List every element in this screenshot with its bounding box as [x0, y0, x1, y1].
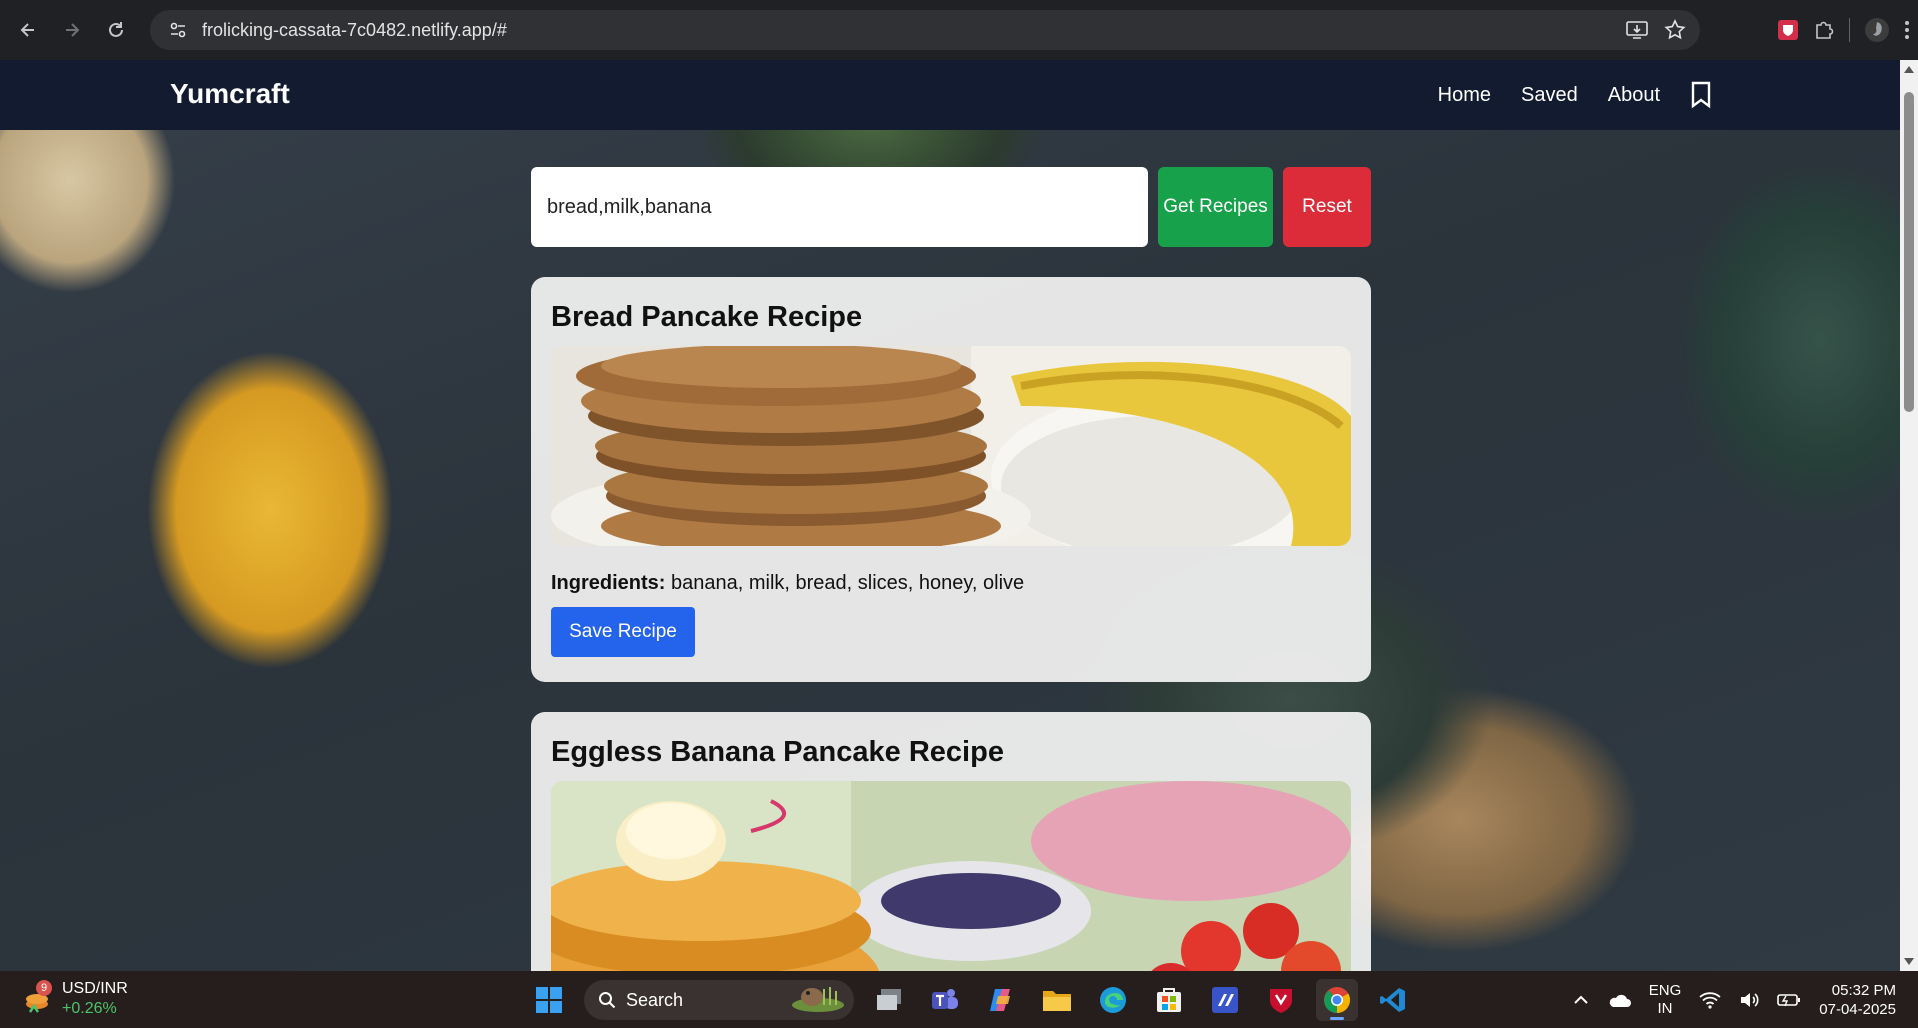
reset-button[interactable]: Reset: [1283, 167, 1371, 247]
chrome-icon[interactable]: [1316, 979, 1358, 1021]
recipe-title: Eggless Banana Pancake Recipe: [551, 736, 1004, 768]
bookmark-icon[interactable]: [1690, 81, 1712, 109]
ingredients-input[interactable]: [531, 167, 1148, 247]
extensions-puzzle-icon[interactable]: [1813, 19, 1835, 41]
clock-date: 07-04-2025: [1819, 1001, 1896, 1018]
ingredients-label: Ingredients:: [551, 572, 666, 594]
bookmark-star-icon[interactable]: [1664, 19, 1686, 41]
onedrive-cloud-icon[interactable]: [1607, 992, 1631, 1008]
toolbar-divider: [1849, 18, 1850, 42]
antivirus-shield-icon[interactable]: [1260, 979, 1302, 1021]
file-explorer-icon[interactable]: [1036, 979, 1078, 1021]
task-view-icon[interactable]: [868, 979, 910, 1021]
language-code: ENG: [1648, 982, 1682, 999]
vscode-insiders-icon[interactable]: [1204, 979, 1246, 1021]
widget-change: +0.26%: [62, 1000, 117, 1017]
edge-icon[interactable]: [1092, 979, 1134, 1021]
url-text[interactable]: frolicking-cassata-7c0482.netlify.app/#: [202, 20, 507, 41]
recipe-ingredients: Ingredients: banana, milk, bread, slices…: [551, 572, 1351, 595]
page-scrollbar[interactable]: [1900, 60, 1918, 971]
search-row: Get Recipes Reset: [531, 167, 1371, 247]
recipe-card: Bread Pancake Recipe Ingredients: banana…: [531, 277, 1371, 682]
nav-saved-link[interactable]: Saved: [1521, 84, 1578, 107]
nav-home-link[interactable]: Home: [1438, 84, 1491, 107]
language-indicator[interactable]: ENG IN: [1649, 982, 1682, 1018]
taskbar-search-label: Search: [626, 989, 684, 1010]
windows-taskbar: 9 USD/INR +0.26% Search ENG IN 05:32 PM …: [0, 971, 1918, 1028]
taskbar-search[interactable]: Search: [584, 980, 854, 1020]
ingredients-list: banana, milk, bread, slices, honey, oliv…: [671, 572, 1025, 594]
get-recipes-button[interactable]: Get Recipes: [1158, 167, 1273, 247]
volume-icon[interactable]: [1739, 991, 1759, 1009]
more-menu-icon[interactable]: [1904, 20, 1910, 40]
recipe-image: [551, 781, 1351, 971]
chevron-up-icon[interactable]: [1573, 995, 1589, 1005]
address-bar[interactable]: frolicking-cassata-7c0482.netlify.app/#: [150, 10, 1700, 50]
recipe-image: [551, 346, 1351, 546]
start-button[interactable]: [528, 979, 570, 1021]
scrollbar-thumb[interactable]: [1904, 92, 1914, 412]
system-clock[interactable]: 05:32 PM 07-04-2025: [1819, 981, 1896, 1019]
install-app-icon[interactable]: [1626, 20, 1648, 40]
scroll-up-arrow-icon[interactable]: [1904, 66, 1914, 73]
recipe-title: Bread Pancake Recipe: [551, 301, 863, 333]
vscode-icon[interactable]: [1372, 979, 1414, 1021]
recipe-card: Eggless Banana Pancake Recipe: [531, 712, 1371, 971]
notification-badge: 9: [36, 980, 52, 996]
search-icon: [599, 992, 616, 1009]
search-highlight-icon: [790, 983, 846, 1018]
extension-shield-icon[interactable]: [1777, 19, 1799, 41]
currency-widget-icon: 9: [22, 980, 52, 1014]
page-viewport: Yumcraft Home Saved About Get Recipes Re…: [0, 60, 1900, 971]
wifi-icon[interactable]: [1699, 991, 1721, 1009]
back-icon[interactable]: [10, 12, 46, 48]
site-navbar: Yumcraft Home Saved About: [0, 60, 1900, 130]
brand-logo[interactable]: Yumcraft: [170, 78, 290, 110]
teams-icon[interactable]: [924, 979, 966, 1021]
browser-toolbar: frolicking-cassata-7c0482.netlify.app/#: [0, 0, 1918, 60]
widget-title: USD/INR: [62, 980, 128, 997]
battery-icon[interactable]: [1777, 992, 1801, 1008]
region-code: IN: [1657, 1000, 1673, 1017]
nav-about-link[interactable]: About: [1608, 84, 1660, 107]
site-info-icon[interactable]: [158, 10, 198, 50]
microsoft-store-icon[interactable]: [1148, 979, 1190, 1021]
forward-icon[interactable]: [54, 12, 90, 48]
profile-avatar[interactable]: [1864, 17, 1890, 43]
clock-time: 05:32 PM: [1831, 982, 1896, 999]
reload-icon[interactable]: [98, 12, 134, 48]
nav-links: Home Saved About: [1438, 60, 1712, 130]
copilot-icon[interactable]: [980, 979, 1022, 1021]
widgets-button[interactable]: 9 USD/INR +0.26%: [22, 979, 128, 1019]
save-recipe-button[interactable]: Save Recipe: [551, 607, 695, 657]
scroll-down-arrow-icon[interactable]: [1904, 958, 1914, 965]
